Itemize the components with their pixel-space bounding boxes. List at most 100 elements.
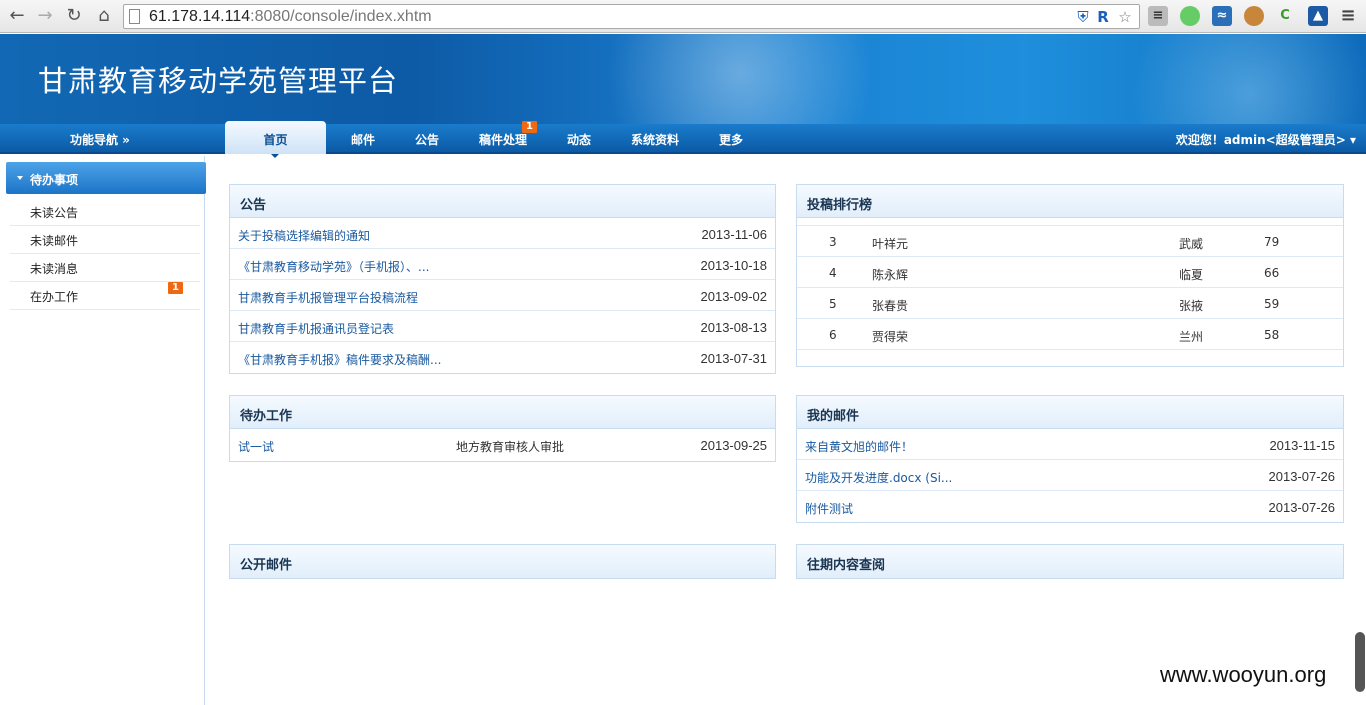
caret-down-icon (271, 154, 279, 158)
pending-work-stage: 地方教育审核人审批 (456, 440, 565, 454)
rank-number: 6 (829, 328, 837, 342)
banner-light-decoration (1100, 34, 1366, 124)
list-item: 甘肃教育手机报管理平台投稿流程 2013-09-02 (230, 280, 775, 311)
mail-link[interactable]: 附件测试 (805, 500, 853, 517)
announcements-panel: 公告 关于投稿选择编辑的通知 2013-11-06 《甘肃教育移动学苑》（手机报）… (229, 184, 776, 374)
page-icon (129, 9, 140, 24)
user-menu[interactable]: 欢迎您！admin<超级管理员> ▾ (1176, 131, 1356, 148)
archive-panel: 往期内容查阅 (796, 544, 1344, 579)
extension-blue-icon[interactable]: ▲ (1308, 6, 1328, 26)
bookmark-star-icon[interactable]: ☆ (1116, 8, 1134, 26)
table-row: 4 陈永辉 临夏 66 (797, 257, 1343, 288)
announcement-link[interactable]: 甘肃教育手机报管理平台投稿流程 (238, 289, 418, 306)
tab-announcements[interactable]: 公告 (415, 131, 439, 148)
menu-icon[interactable]: ≡ (1338, 6, 1358, 26)
sidebar-item-unread-messages[interactable]: 未读消息 (10, 254, 200, 282)
main-nav: 功能导航 » 首页 邮件 公告 稿件处理 1 动态 系统资料 更多 欢迎您！ad… (0, 121, 1366, 158)
extension-cookie-icon[interactable] (1244, 6, 1264, 26)
my-mail-panel: 我的邮件 来自黄文旭的邮件！ 2013-11-15 功能及开发进度.docx (S… (796, 395, 1344, 523)
list-item: 关于投稿选择编辑的通知 2013-11-06 (230, 218, 775, 249)
announcement-link[interactable]: 《甘肃教育手机报》稿件要求及稿酬... (238, 351, 441, 368)
tab-system-data[interactable]: 系统资料 (631, 131, 679, 148)
list-item: 功能及开发进度.docx (Si... 2013-07-26 (797, 460, 1343, 491)
author-name: 叶祥元 (872, 237, 909, 251)
list-item: 《甘肃教育移动学苑》（手机报）、... 2013-10-18 (230, 249, 775, 280)
table-row: 3 叶祥元 武威 79 (797, 226, 1343, 257)
tab-mail[interactable]: 邮件 (351, 131, 375, 148)
announcement-date: 2013-11-06 (701, 227, 767, 242)
extension-scale-icon[interactable]: ≡ (1148, 6, 1168, 26)
announcement-link[interactable]: 关于投稿选择编辑的通知 (238, 227, 370, 244)
list-item: 试一试 地方教育审核人审批 2013-09-25 (230, 429, 775, 460)
submission-count: 66 (1264, 266, 1280, 280)
sidebar-item-unread-mail[interactable]: 未读邮件 (10, 226, 200, 254)
pending-work-panel: 待办工作 试一试 地方教育审核人审批 2013-09-25 (229, 395, 776, 462)
submission-count: 79 (1264, 235, 1280, 249)
home-icon[interactable]: ⌂ (93, 5, 115, 27)
shield-icon[interactable]: ⛨ (1074, 8, 1092, 26)
sidebar-heading-label: 待办事项 (30, 173, 79, 187)
public-mail-title: 公开邮件 (230, 545, 775, 578)
announcement-date: 2013-10-18 (700, 258, 768, 273)
announcement-link[interactable]: 《甘肃教育移动学苑》（手机报）、... (238, 258, 429, 275)
reload-icon[interactable]: ↻ (63, 5, 85, 27)
mail-date: 2013-11-15 (1269, 438, 1335, 453)
author-city: 兰州 (1179, 330, 1204, 344)
author-name: 贾得荣 (872, 330, 909, 344)
triangle-down-icon (17, 176, 23, 180)
public-mail-panel: 公开邮件 (229, 544, 776, 579)
ranking-spacer (797, 218, 1343, 226)
announcement-link[interactable]: 甘肃教育手机报通讯员登记表 (238, 320, 394, 337)
author-city: 张掖 (1179, 299, 1204, 313)
translate-icon[interactable]: R (1094, 8, 1112, 26)
table-row: 5 张春贵 张掖 59 (797, 288, 1343, 319)
mail-date: 2013-07-26 (1268, 469, 1336, 484)
url-text: 61.178.14.114:8080/console/index.xhtm (149, 8, 432, 25)
author-city: 武威 (1179, 237, 1204, 251)
extension-c-icon[interactable]: C (1275, 6, 1295, 26)
list-item: 甘肃教育手机报通讯员登记表 2013-08-13 (230, 311, 775, 342)
mail-link[interactable]: 功能及开发进度.docx (Si... (805, 469, 952, 486)
browser-toolbar: ← → ↻ ⌂ 61.178.14.114:8080/console/index… (0, 0, 1366, 33)
scrollbar-thumb[interactable] (1355, 632, 1365, 692)
tab-manuscripts[interactable]: 稿件处理 (479, 131, 527, 148)
rank-number: 3 (829, 235, 837, 249)
rank-number: 5 (829, 297, 837, 311)
author-name: 张春贵 (872, 299, 909, 313)
announcement-date: 2013-09-02 (700, 289, 768, 304)
list-item: 《甘肃教育手机报》稿件要求及稿酬... 2013-07-31 (230, 342, 775, 373)
pending-work-link[interactable]: 试一试 (238, 438, 274, 455)
welcome-text: 欢迎您！admin<超级管理员> (1175, 133, 1346, 147)
announcement-date: 2013-07-31 (700, 351, 768, 366)
table-row: 6 贾得荣 兰州 58 (797, 319, 1343, 350)
author-city: 临夏 (1179, 268, 1204, 282)
tab-home-label: 首页 (263, 133, 288, 147)
submission-count: 59 (1264, 297, 1280, 311)
submission-count: 58 (1264, 328, 1280, 342)
my-mail-title: 我的邮件 (797, 396, 1343, 429)
extension-chart-icon[interactable]: ≈ (1212, 6, 1232, 26)
sidebar-heading-todo[interactable]: 待办事项 (6, 162, 206, 194)
function-nav-toggle[interactable]: 功能导航 » (70, 131, 130, 148)
tab-news[interactable]: 动态 (567, 131, 591, 148)
ranking-title: 投稿排行榜 (797, 185, 1343, 218)
pending-work-date: 2013-09-25 (700, 438, 768, 453)
extension-circle-icon[interactable] (1180, 6, 1200, 26)
mail-link[interactable]: 来自黄文旭的邮件！ (805, 438, 913, 455)
mail-date: 2013-07-26 (1268, 500, 1336, 515)
manuscript-count-badge: 1 (522, 121, 537, 133)
announcements-title: 公告 (230, 185, 775, 218)
work-count-badge: 1 (168, 282, 183, 294)
sidebar-item-unread-announcements[interactable]: 未读公告 (10, 198, 200, 226)
ranking-panel: 投稿排行榜 3 叶祥元 武威 79 4 陈永辉 临夏 66 5 张春贵 张掖 5… (796, 184, 1344, 367)
announcement-date: 2013-08-13 (700, 320, 768, 335)
address-bar[interactable]: 61.178.14.114:8080/console/index.xhtm ⛨ … (123, 4, 1140, 29)
list-item: 附件测试 2013-07-26 (797, 491, 1343, 522)
header-banner: 甘肃教育移动学苑管理平台 (0, 34, 1366, 124)
back-arrow-icon[interactable]: ← (6, 5, 28, 27)
tab-home[interactable]: 首页 (225, 121, 326, 158)
tab-more[interactable]: 更多 (719, 131, 743, 148)
watermark: www.wooyun.org (1160, 662, 1327, 687)
site-title: 甘肃教育移动学苑管理平台 (38, 64, 399, 98)
forward-arrow-icon[interactable]: → (34, 5, 56, 27)
